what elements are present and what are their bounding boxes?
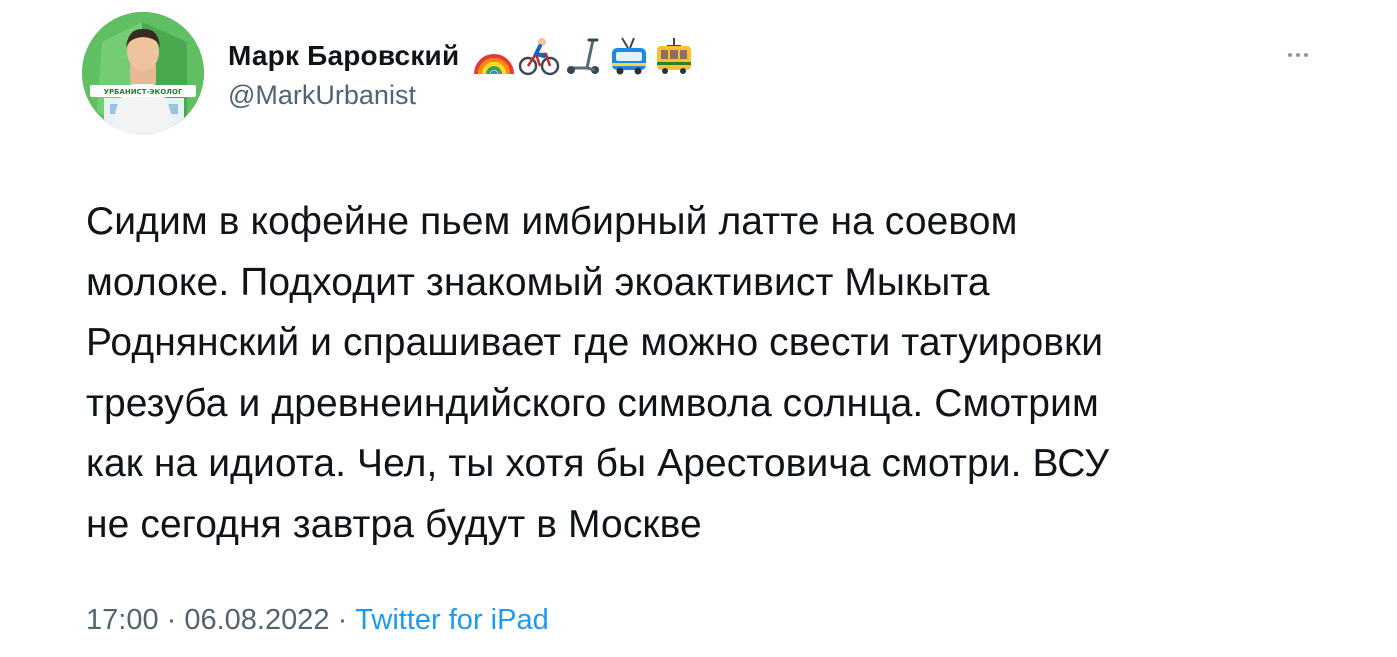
tram-icon	[653, 36, 695, 76]
trolleybus-icon	[608, 36, 650, 76]
tweet-time[interactable]: 17:00	[86, 604, 159, 637]
scooter-icon	[563, 36, 605, 76]
tweet-metadata: 17:00 · 06.08.2022 · Twitter for iPad	[86, 604, 549, 637]
tweet-text: Сидим в кофейне пьем имбирный латте на с…	[86, 200, 1110, 546]
tweet-date[interactable]: 06.08.2022	[184, 604, 329, 637]
avatar[interactable]: УРБАНИСТ-ЭКОЛОГ	[82, 12, 204, 134]
ellipsis-icon	[1286, 46, 1310, 64]
meta-separator: ·	[158, 604, 185, 636]
cyclist-icon	[518, 36, 560, 76]
author-handle[interactable]: @MarkUrbanist	[228, 80, 416, 111]
avatar-banner: УРБАНИСТ-ЭКОЛОГ	[104, 88, 183, 96]
meta-separator: ·	[329, 604, 356, 636]
author-name-row: Марк Баровский	[228, 36, 695, 76]
avatar-illustration: УРБАНИСТ-ЭКОЛОГ	[82, 12, 204, 134]
rainbow-icon	[473, 36, 515, 76]
name-emojis	[473, 36, 695, 76]
tweet-card: УРБАНИСТ-ЭКОЛОГ Марк Баровский @MarkUrba…	[0, 0, 1397, 657]
more-options-button[interactable]	[1278, 40, 1318, 70]
display-name[interactable]: Марк Баровский	[228, 40, 459, 72]
tweet-source-link[interactable]: Twitter for iPad	[355, 604, 548, 637]
